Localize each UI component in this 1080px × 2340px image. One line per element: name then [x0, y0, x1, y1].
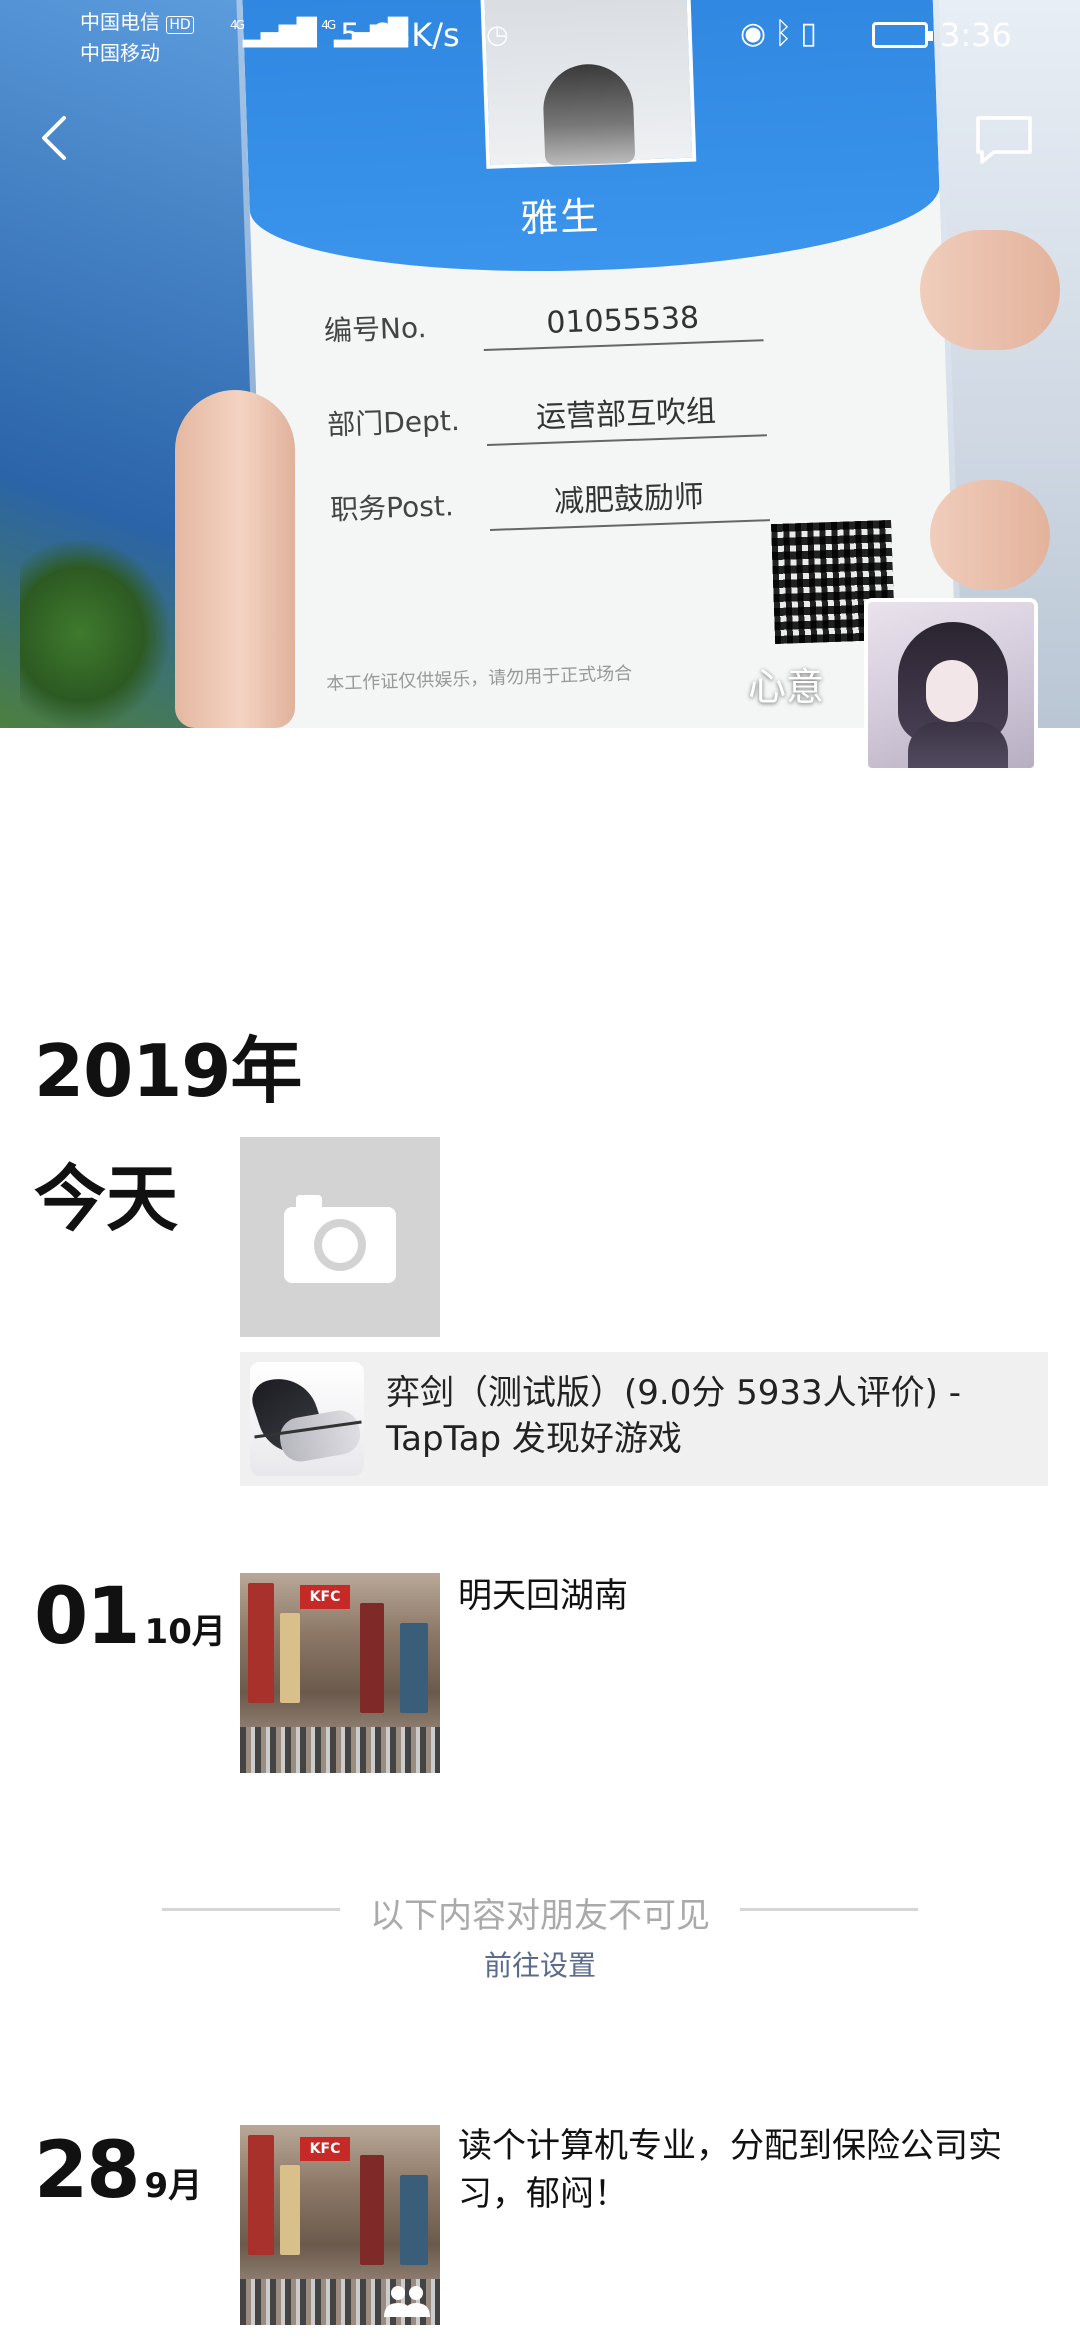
badge-value: 运营部互吹组	[485, 384, 767, 446]
kfc-sign: KFC	[300, 2137, 350, 2161]
network-type-1: 4G	[230, 18, 245, 32]
avatar-face	[926, 660, 978, 722]
carrier-2: 中国移动	[80, 41, 160, 65]
shared-link-card[interactable]: 弈剑（测试版）(9.0分 5933人评价) - TapTap 发现好游戏	[240, 1352, 1048, 1486]
badge-label: 职务Post.	[329, 489, 455, 527]
badge-label: 部门Dept.	[326, 403, 461, 442]
badge-footer: 本工作证仅供娱乐，请勿用于正式场合	[325, 663, 633, 695]
clock: 3:36	[940, 16, 1012, 54]
eye-icon: ◉	[740, 16, 775, 51]
street-sign	[248, 1583, 274, 1703]
hand-right-upper	[920, 230, 1060, 350]
alarm-icon: ◷	[486, 20, 509, 50]
post-image[interactable]: KFC	[240, 2125, 440, 2325]
post-day: 01	[34, 1572, 141, 1662]
goto-settings-link[interactable]: 前往设置	[0, 1944, 1080, 1984]
hand-left	[175, 390, 295, 728]
street-sign	[360, 1603, 384, 1713]
badge-value: 减肥鼓励师	[488, 469, 770, 531]
network-type-2: 4G	[321, 18, 336, 32]
badge-logo: 雅生	[519, 193, 601, 241]
today-label: 今天	[34, 1157, 179, 1241]
post-month: 10月	[144, 1612, 226, 1652]
status-bar: 中国电信 HD 中国移动 4G▂▄▆█ 4G▂▄▆█ 5.65K/s ◷ ◉ᛒ▯…	[0, 0, 1080, 75]
badge-row-post: 职务Post. 减肥鼓励师	[329, 469, 770, 536]
profile-name[interactable]: 心意	[748, 656, 824, 711]
badge-label: 编号No.	[323, 311, 428, 348]
street-crowd	[240, 1727, 440, 1773]
new-post-camera-button[interactable]	[240, 1137, 440, 1337]
message-button[interactable]	[972, 112, 1036, 168]
camera-icon	[284, 1195, 396, 1283]
carrier-1: 中国电信	[80, 10, 160, 34]
post-text[interactable]: 读个计算机专业，分配到保险公司实习，郁闷！	[458, 2122, 1048, 2218]
kfc-sign: KFC	[300, 1585, 350, 1609]
plant-decoration	[20, 540, 170, 728]
post-month: 9月	[144, 2166, 203, 2206]
network-speed: 5.65K/s	[340, 16, 460, 54]
shared-link-title: 弈剑（测试版）(9.0分 5933人评价) - TapTap 发现好游戏	[386, 1373, 962, 1459]
street-sign	[280, 2165, 300, 2255]
street-sign	[400, 1623, 428, 1713]
street-sign	[248, 2135, 274, 2255]
carrier-info: 中国电信 HD 中国移动	[80, 8, 194, 67]
post-day: 28	[34, 2126, 141, 2216]
badge-row-dept: 部门Dept. 运营部互吹组	[326, 384, 767, 451]
id-badge-image: 雅生 编号No. 01055538 部门Dept. 运营部互吹组 职务Post.…	[241, 0, 959, 728]
visibility-divider: 以下内容对朋友不可见	[162, 1888, 918, 1936]
year-heading: 2019年	[34, 1029, 302, 1113]
bluetooth-icon: ᛒ	[774, 16, 801, 51]
post-image[interactable]: KFC	[240, 1573, 440, 1773]
post-date: 28 9月	[34, 2126, 202, 2216]
vibrate-icon: ▯	[800, 16, 825, 51]
visibility-notice: 以下内容对朋友不可见	[370, 1896, 710, 1936]
street-sign	[360, 2155, 384, 2265]
game-thumbnail	[250, 1362, 364, 1476]
street-sign	[400, 2175, 428, 2265]
badge-value: 01055538	[482, 298, 764, 352]
post-text[interactable]: 明天回湖南	[458, 1572, 1048, 1620]
status-icons: ◉ᛒ▯	[740, 16, 825, 51]
hand-right-lower	[930, 480, 1050, 590]
street-sign	[280, 1613, 300, 1703]
hd-badge: HD	[166, 16, 194, 34]
badge-row-number: 编号No. 01055538	[323, 294, 764, 356]
back-arrow-icon	[42, 116, 66, 160]
battery-icon	[872, 22, 933, 48]
post-date: 01 10月	[34, 1572, 226, 1662]
avatar[interactable]	[864, 598, 1038, 772]
back-button[interactable]	[30, 110, 78, 166]
message-icon	[976, 116, 1032, 164]
group-visibility-icon	[384, 2286, 430, 2317]
avatar-body	[908, 722, 1008, 768]
